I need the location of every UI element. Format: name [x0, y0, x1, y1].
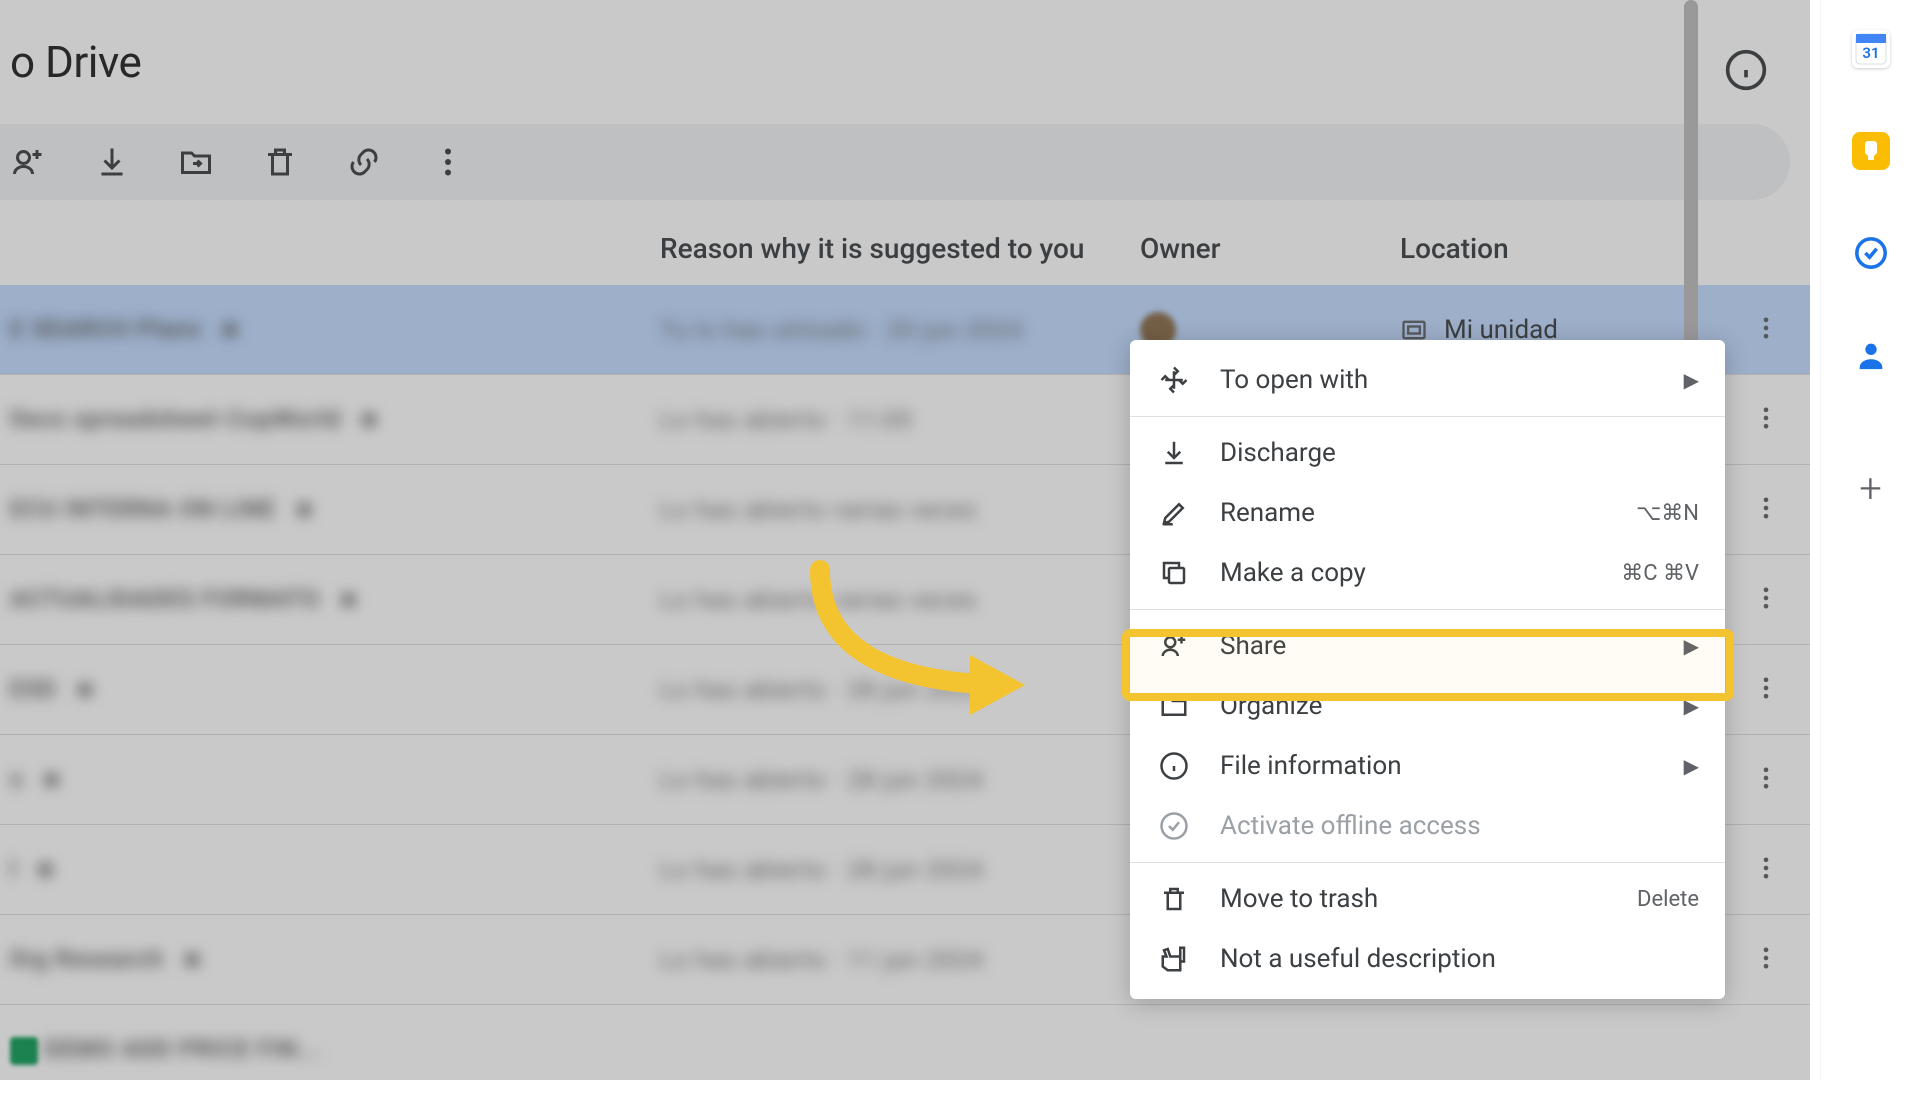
menu-label: Activate offline access [1220, 811, 1699, 841]
menu-shortcut: ⌥⌘N [1636, 501, 1699, 526]
menu-offline: Activate offline access [1130, 796, 1725, 856]
move-icon[interactable] [178, 144, 214, 180]
add-app-button[interactable]: + [1851, 468, 1891, 508]
menu-not-useful[interactable]: Not a useful description [1130, 929, 1725, 989]
menu-divider [1130, 609, 1725, 610]
menu-make-copy[interactable]: Make a copy ⌘C ⌘V [1130, 543, 1725, 603]
menu-shortcut: Delete [1637, 887, 1699, 912]
menu-label: Move to trash [1220, 884, 1637, 914]
row-more-icon[interactable] [1752, 404, 1780, 436]
info-icon [1156, 748, 1192, 784]
file-row[interactable]: DEMO ADD PRICE FIN... [0, 1005, 1810, 1095]
selection-toolbar [0, 124, 1790, 200]
menu-organize[interactable]: Organize ▶ [1130, 676, 1725, 736]
copy-icon [1156, 555, 1192, 591]
column-owner[interactable]: Owner [1140, 232, 1400, 265]
menu-label: Make a copy [1220, 558, 1621, 588]
thumbs-down-icon [1156, 941, 1192, 977]
menu-download[interactable]: Discharge [1130, 423, 1725, 483]
share-icon[interactable] [10, 144, 46, 180]
keep-app-icon[interactable] [1852, 132, 1890, 170]
more-actions-icon[interactable] [430, 144, 466, 180]
rename-icon [1156, 495, 1192, 531]
row-more-icon[interactable] [1752, 854, 1780, 886]
folder-icon [1156, 688, 1192, 724]
menu-divider [1130, 862, 1725, 863]
offline-icon [1156, 808, 1192, 844]
columns-header: Reason why it is suggested to you Owner … [0, 200, 1810, 285]
download-icon[interactable] [94, 144, 130, 180]
column-reason[interactable]: Reason why it is suggested to you [660, 232, 1140, 265]
menu-share[interactable]: Share ▶ [1130, 616, 1725, 676]
menu-label: Organize [1220, 691, 1674, 721]
menu-trash[interactable]: Move to trash Delete [1130, 869, 1725, 929]
download-icon [1156, 435, 1192, 471]
row-more-icon[interactable] [1752, 314, 1780, 346]
trash-icon [1156, 881, 1192, 917]
column-location[interactable]: Location [1400, 232, 1810, 265]
chevron-right-icon: ▶ [1684, 754, 1699, 778]
menu-shortcut: ⌘C ⌘V [1621, 561, 1699, 586]
context-menu: To open with ▶ Discharge Rename ⌥⌘N Make… [1130, 340, 1725, 999]
menu-label: Discharge [1220, 438, 1699, 468]
row-more-icon[interactable] [1752, 944, 1780, 976]
chevron-right-icon: ▶ [1684, 368, 1699, 392]
row-more-icon[interactable] [1752, 494, 1780, 526]
row-more-icon[interactable] [1752, 584, 1780, 616]
menu-label: Not a useful description [1220, 944, 1699, 974]
tasks-app-icon[interactable] [1852, 234, 1890, 272]
menu-rename[interactable]: Rename ⌥⌘N [1130, 483, 1725, 543]
page-title: o Drive [0, 0, 1810, 124]
open-with-icon [1156, 362, 1192, 398]
row-more-icon[interactable] [1752, 674, 1780, 706]
menu-label: File information [1220, 751, 1674, 781]
svg-text:31: 31 [1862, 44, 1879, 62]
side-panel-rail: 31 + [1820, 0, 1920, 1080]
menu-file-info[interactable]: File information ▶ [1130, 736, 1725, 796]
calendar-app-icon[interactable]: 31 [1852, 30, 1890, 68]
link-icon[interactable] [346, 144, 382, 180]
menu-open-with[interactable]: To open with ▶ [1130, 350, 1725, 410]
chevron-right-icon: ▶ [1684, 694, 1699, 718]
menu-label: To open with [1220, 365, 1674, 395]
trash-icon[interactable] [262, 144, 298, 180]
share-icon [1156, 628, 1192, 664]
menu-label: Share [1220, 631, 1674, 661]
chevron-right-icon: ▶ [1684, 634, 1699, 658]
contacts-app-icon[interactable] [1852, 336, 1890, 374]
menu-label: Rename [1220, 498, 1636, 528]
menu-divider [1130, 416, 1725, 417]
row-more-icon[interactable] [1752, 764, 1780, 796]
details-info-button[interactable] [1724, 48, 1768, 92]
